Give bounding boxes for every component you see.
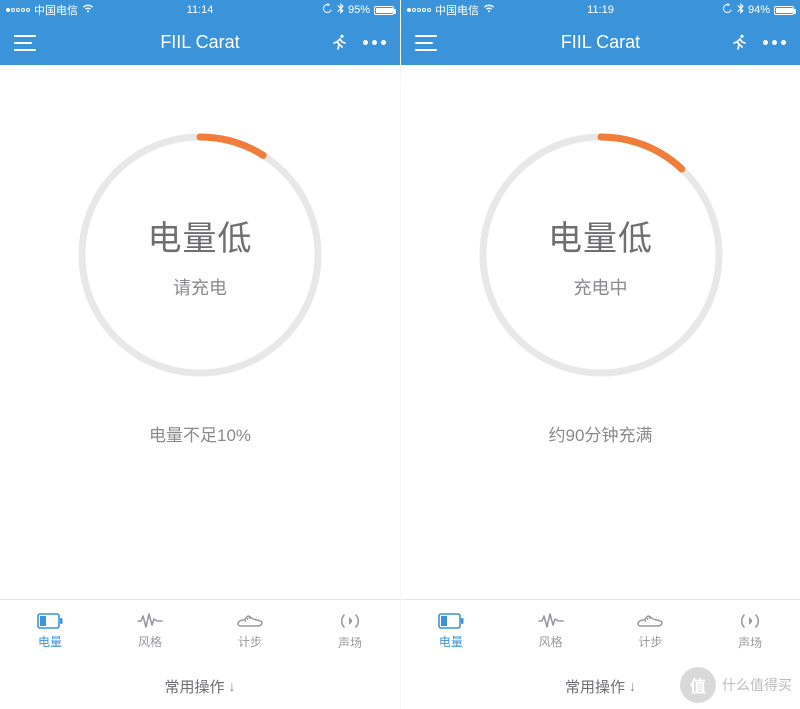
battery-caption: 电量不足10% xyxy=(149,421,251,446)
menu-icon[interactable] xyxy=(14,35,36,51)
signal-dots-icon xyxy=(407,8,431,12)
phone-screen-left: 中国电信 11:14 95% FIIL Carat xyxy=(0,0,400,709)
activity-icon[interactable] xyxy=(729,33,749,53)
status-bar: 中国电信 11:14 95% xyxy=(0,0,400,20)
chevron-down-icon: ↓ xyxy=(629,678,636,694)
wifi-icon xyxy=(483,4,495,16)
battery-caption: 约90分钟充满 xyxy=(549,421,653,446)
battery-pct: 94% xyxy=(748,4,770,16)
bluetooth-icon xyxy=(737,3,744,17)
wifi-icon xyxy=(82,4,94,16)
tab-label: 计步 xyxy=(238,633,262,650)
orientation-lock-icon xyxy=(322,3,333,17)
soundfield-icon xyxy=(338,612,362,630)
more-icon[interactable] xyxy=(363,40,386,45)
tab-steps[interactable]: 计步 xyxy=(200,600,300,663)
tab-steps[interactable]: 计步 xyxy=(601,600,701,663)
tab-label: 风格 xyxy=(138,633,162,650)
battery-tab-icon xyxy=(438,613,464,629)
tab-battery[interactable]: 电量 xyxy=(0,600,100,663)
soundfield-icon xyxy=(738,612,762,630)
menu-icon[interactable] xyxy=(415,35,437,51)
drawer-handle[interactable]: 常用操作 ↓ xyxy=(401,663,800,709)
drawer-label: 常用操作 xyxy=(565,676,625,697)
more-icon[interactable] xyxy=(763,40,786,45)
battery-status-title: 电量低 xyxy=(548,211,653,260)
tab-label: 计步 xyxy=(638,633,662,650)
waveform-icon xyxy=(137,613,163,629)
nav-bar: FIIL Carat xyxy=(0,20,400,65)
tab-style[interactable]: 风格 xyxy=(100,600,200,663)
tab-sound[interactable]: 声场 xyxy=(300,600,400,663)
shoe-icon xyxy=(236,613,264,629)
battery-icon xyxy=(774,6,794,15)
tab-label: 声场 xyxy=(338,634,362,651)
tab-label: 声场 xyxy=(738,634,762,651)
battery-ring: 电量低 请充电 xyxy=(70,125,330,385)
bluetooth-icon xyxy=(337,3,344,17)
drawer-label: 常用操作 xyxy=(164,676,224,697)
battery-status-subtitle: 充电中 xyxy=(574,274,628,300)
tab-bar: 电量 风格 计步 声场 xyxy=(0,599,400,663)
orientation-lock-icon xyxy=(722,3,733,17)
waveform-icon xyxy=(538,613,564,629)
battery-fill xyxy=(776,8,793,13)
battery-icon xyxy=(374,6,394,15)
nav-bar: FIIL Carat xyxy=(401,20,800,65)
carrier-label: 中国电信 xyxy=(34,2,78,18)
tab-label: 风格 xyxy=(539,633,563,650)
battery-tab-icon xyxy=(37,613,63,629)
battery-fill xyxy=(376,8,393,13)
tab-bar: 电量 风格 计步 声场 xyxy=(401,599,800,663)
battery-status-subtitle: 请充电 xyxy=(173,274,227,300)
battery-status-title: 电量低 xyxy=(148,211,253,260)
drawer-handle[interactable]: 常用操作 ↓ xyxy=(0,663,400,709)
tab-sound[interactable]: 声场 xyxy=(700,600,800,663)
battery-pct: 95% xyxy=(348,4,370,16)
battery-ring: 电量低 充电中 xyxy=(471,125,731,385)
phone-screen-right: 中国电信 11:19 94% FIIL Carat xyxy=(400,0,800,709)
activity-icon[interactable] xyxy=(329,33,349,53)
tab-label: 电量 xyxy=(38,633,62,650)
main-content: 电量低 充电中 约90分钟充满 xyxy=(401,65,800,599)
status-bar: 中国电信 11:19 94% xyxy=(401,0,800,20)
tab-battery[interactable]: 电量 xyxy=(401,600,501,663)
signal-dots-icon xyxy=(6,8,30,12)
shoe-icon xyxy=(636,613,664,629)
main-content: 电量低 请充电 电量不足10% xyxy=(0,65,400,599)
carrier-label: 中国电信 xyxy=(435,2,479,18)
chevron-down-icon: ↓ xyxy=(229,678,236,694)
tab-style[interactable]: 风格 xyxy=(501,600,601,663)
tab-label: 电量 xyxy=(439,633,463,650)
